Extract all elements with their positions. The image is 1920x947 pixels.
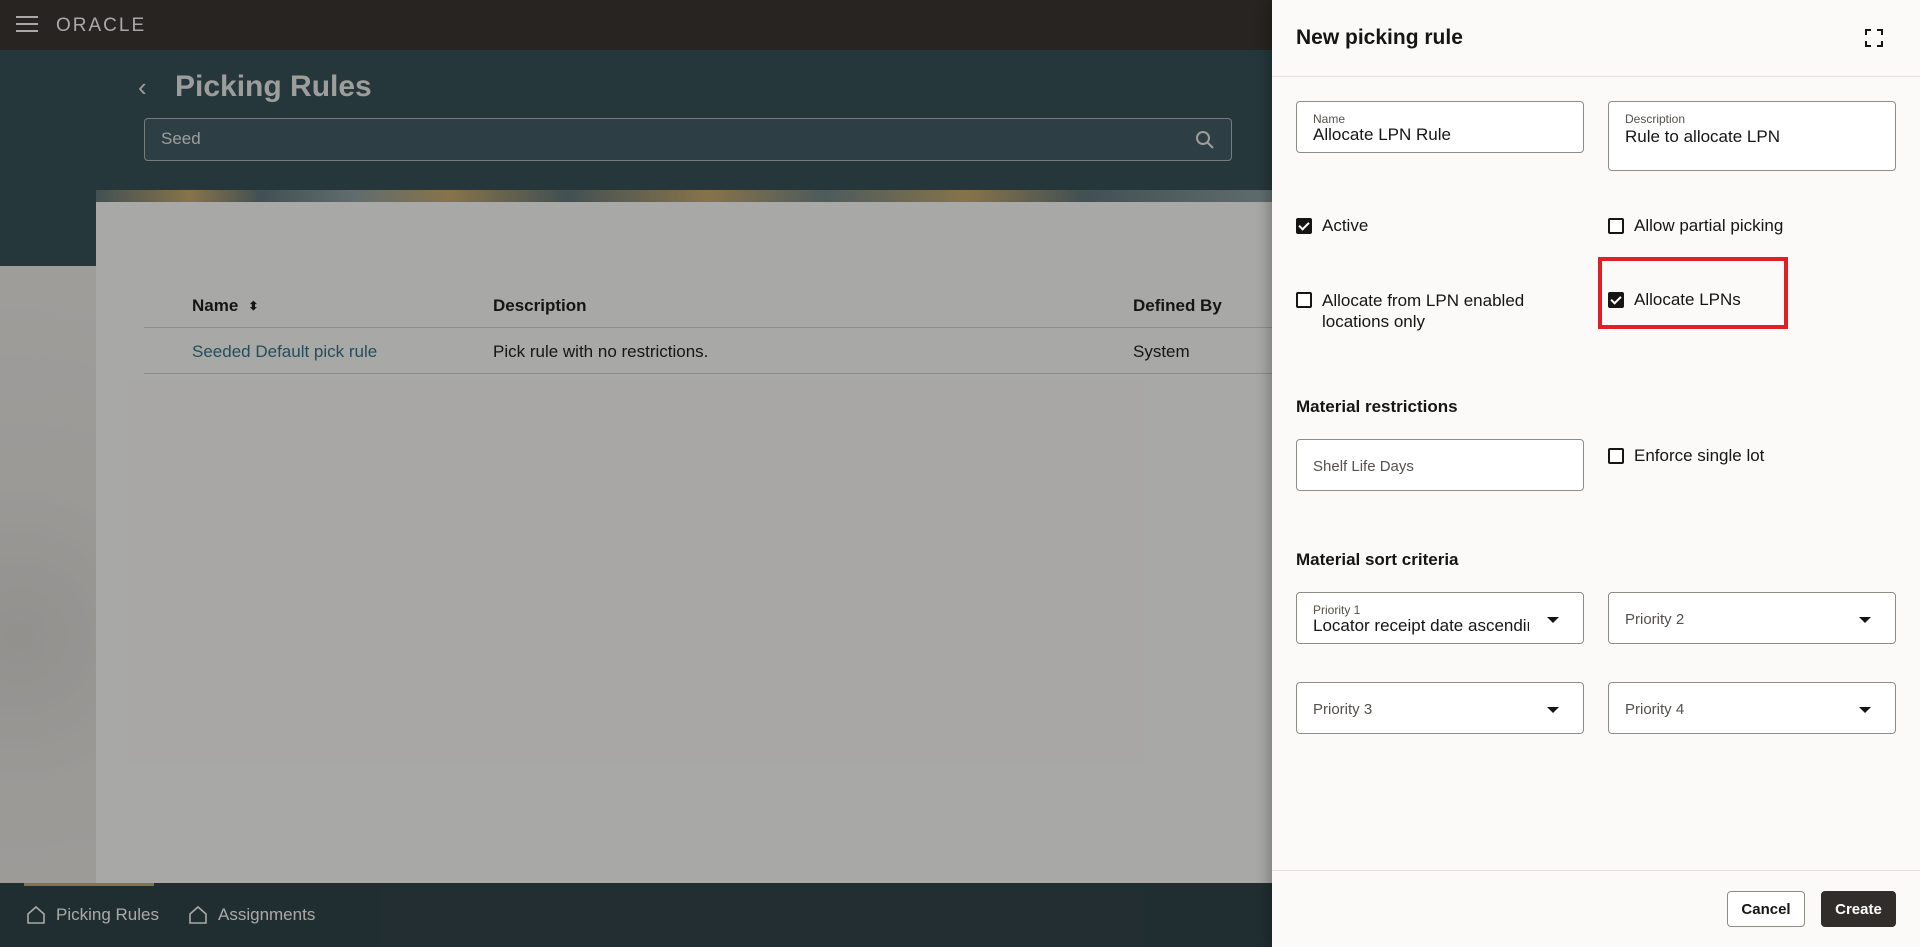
priority-1-label: Priority 1 — [1313, 603, 1361, 617]
divider — [1272, 76, 1920, 77]
priority-3-label: Priority 3 — [1313, 701, 1373, 718]
active-checkbox[interactable] — [1296, 218, 1312, 234]
chevron-down-icon[interactable] — [1547, 617, 1559, 623]
material-restrictions-title: Material restrictions — [1296, 397, 1458, 416]
cancel-button[interactable]: Cancel — [1727, 891, 1805, 927]
highlight-annotation — [1598, 257, 1788, 329]
allocate-from-lpn-checkbox-row[interactable]: Allocate from LPN enabled locations only — [1296, 290, 1586, 332]
description-field[interactable]: Description Rule to allocate LPN — [1608, 101, 1896, 171]
active-checkbox-row[interactable]: Active — [1296, 216, 1368, 236]
allow-partial-picking-checkbox[interactable] — [1608, 218, 1624, 234]
chevron-down-icon[interactable] — [1859, 707, 1871, 713]
shelf-life-days-placeholder: Shelf Life Days — [1313, 458, 1414, 475]
new-picking-rule-drawer: New picking rule Name Allocate LPN Rule … — [1272, 0, 1920, 947]
name-field-value[interactable]: Allocate LPN Rule — [1313, 125, 1451, 145]
priority-1-value: Locator receipt date ascending — [1313, 616, 1529, 635]
priority-4-select[interactable]: Priority 4 — [1608, 682, 1896, 734]
description-field-label: Description — [1625, 112, 1686, 126]
description-field-value[interactable]: Rule to allocate LPN — [1625, 127, 1780, 147]
priority-2-label: Priority 2 — [1625, 611, 1685, 628]
allocate-from-lpn-checkbox[interactable] — [1296, 292, 1312, 308]
enforce-single-lot-checkbox-row[interactable]: Enforce single lot — [1608, 446, 1764, 466]
chevron-down-icon[interactable] — [1859, 617, 1871, 623]
material-sort-criteria-title: Material sort criteria — [1296, 550, 1459, 569]
priority-3-select[interactable]: Priority 3 — [1296, 682, 1584, 734]
allow-partial-picking-checkbox-row[interactable]: Allow partial picking — [1608, 216, 1783, 236]
name-field[interactable]: Name Allocate LPN Rule — [1296, 101, 1584, 153]
name-field-label: Name — [1313, 112, 1346, 126]
chevron-down-icon[interactable] — [1547, 707, 1559, 713]
drawer-title: New picking rule — [1296, 26, 1463, 49]
priority-2-select[interactable]: Priority 2 — [1608, 592, 1896, 644]
modal-overlay[interactable] — [0, 0, 1272, 947]
footer-divider — [1272, 870, 1920, 871]
create-button[interactable]: Create — [1821, 891, 1896, 927]
priority-4-label: Priority 4 — [1625, 701, 1685, 718]
expand-icon[interactable] — [1864, 28, 1884, 48]
enforce-single-lot-checkbox[interactable] — [1608, 448, 1624, 464]
shelf-life-days-field[interactable]: Shelf Life Days — [1296, 439, 1584, 491]
priority-1-select[interactable]: Priority 1 Locator receipt date ascendin… — [1296, 592, 1584, 644]
